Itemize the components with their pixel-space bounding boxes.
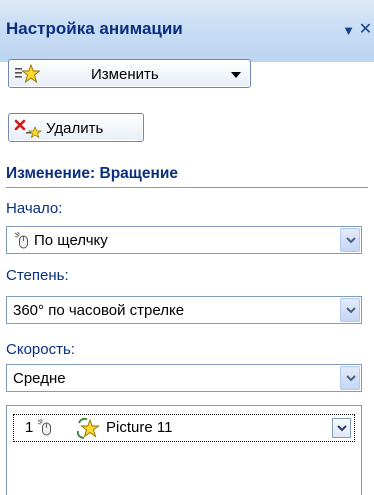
- animation-name: Picture 11: [106, 419, 173, 436]
- mouse-click-icon: [14, 231, 28, 249]
- animation-order: 1: [25, 419, 34, 436]
- mouse-click-icon: [37, 418, 51, 436]
- spin-star-icon: [76, 417, 100, 439]
- list-item[interactable]: 1 Picture 11: [13, 414, 355, 442]
- change-effect-label: Изменить: [91, 66, 159, 83]
- start-value: По щелчку: [34, 232, 108, 249]
- close-icon[interactable]: ✕: [357, 19, 374, 39]
- speed-dropdown-button[interactable]: [340, 366, 360, 390]
- speed-dropdown[interactable]: Средне: [6, 364, 362, 392]
- triangle-down-icon[interactable]: ▼: [340, 23, 357, 38]
- chevron-down-icon: [231, 72, 241, 78]
- degree-dropdown[interactable]: 360° по часовой стрелке: [6, 296, 362, 324]
- start-dropdown[interactable]: По щелчку: [6, 226, 362, 254]
- start-label: Начало:: [6, 200, 63, 217]
- animation-item-dropdown-button[interactable]: [332, 418, 351, 438]
- star-effect-icon: [15, 64, 40, 84]
- start-dropdown-button[interactable]: [340, 228, 360, 252]
- speed-value: Средне: [13, 370, 66, 387]
- pane-title: Настройка анимации: [6, 19, 183, 38]
- speed-label: Скорость:: [6, 341, 75, 358]
- chevron-down-icon: [346, 237, 356, 244]
- degree-dropdown-button[interactable]: [340, 298, 360, 322]
- pane-title-controls: ▼ ✕: [340, 20, 374, 40]
- animation-list: 1 Picture 11: [6, 405, 362, 495]
- chevron-down-icon: [337, 425, 347, 432]
- chevron-down-icon: [346, 307, 356, 314]
- effect-heading: Изменение: Вращение: [6, 165, 368, 188]
- degree-label: Степень:: [6, 267, 69, 284]
- degree-value: 360° по часовой стрелке: [13, 302, 185, 319]
- change-effect-button[interactable]: Изменить: [8, 59, 251, 88]
- delete-effect-icon: [14, 119, 42, 138]
- pane-title-bar: Настройка анимации ▼ ✕: [0, 0, 374, 62]
- custom-animation-pane: Настройка анимации ▼ ✕ Изменить Удалить И…: [0, 0, 374, 495]
- delete-effect-label: Удалить: [46, 120, 104, 137]
- chevron-down-icon: [346, 375, 356, 382]
- delete-effect-button[interactable]: Удалить: [8, 113, 144, 142]
